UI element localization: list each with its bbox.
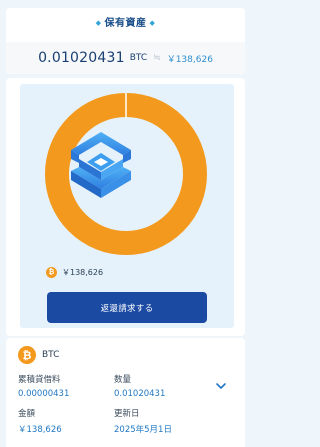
chart-panel: ₿ ￥138,626 返還請求する xyxy=(20,84,234,328)
total-jpy-value: ￥138,626 xyxy=(166,54,213,65)
title-deco-left: ◆ xyxy=(95,19,102,27)
asset-detail-card[interactable]: ₿ BTC 累積貸借料 0.00000431 数量 0.01020431 金額 … xyxy=(6,338,245,447)
btc-coin-icon: ₿ xyxy=(18,346,36,364)
cumulative-fee-value: 0.00000431 xyxy=(18,389,70,399)
return-request-button[interactable]: 返還請求する xyxy=(47,292,207,323)
amount-field: 金額 ￥138,626 xyxy=(18,407,62,435)
total-unit: BTC xyxy=(129,53,148,63)
legend-value: ￥138,626 xyxy=(62,267,104,277)
title-deco-right: ◆ xyxy=(149,19,156,27)
holdings-summary-card: ◆ 保有資産 ◆ 0.01020431 BTC ≒ ￥138,626 xyxy=(6,8,245,74)
amount-value: ￥138,626 xyxy=(18,425,62,435)
asset-name: BTC xyxy=(42,350,60,360)
brand-logo-icon xyxy=(71,132,131,198)
total-amount: 0.01020431 xyxy=(38,50,125,66)
updated-field: 更新日 2025年5月1日 xyxy=(114,407,172,435)
updated-label: 更新日 xyxy=(114,409,140,419)
total-holdings: 0.01020431 BTC ≒ ￥138,626 xyxy=(6,42,245,74)
chevron-down-icon[interactable] xyxy=(215,380,227,392)
asset-header: ₿ BTC xyxy=(18,346,59,364)
quantity-value: 0.01020431 xyxy=(114,389,166,399)
section-title-text: 保有資産 xyxy=(104,18,147,29)
portfolio-card: ₿ ￥138,626 返還請求する xyxy=(6,78,245,336)
btc-coin-icon: ₿ xyxy=(46,266,57,278)
section-title: ◆ 保有資産 ◆ xyxy=(6,14,245,29)
chart-legend: ₿ ￥138,626 xyxy=(46,266,103,278)
updated-value: 2025年5月1日 xyxy=(114,425,172,435)
cumulative-fee-field: 累積貸借料 0.00000431 xyxy=(18,373,69,399)
amount-label: 金額 xyxy=(18,409,36,419)
cumulative-fee-label: 累積貸借料 xyxy=(18,375,61,385)
quantity-label: 数量 xyxy=(114,375,132,385)
quantity-field: 数量 0.01020431 xyxy=(114,373,165,399)
approx-symbol: ≒ xyxy=(153,53,161,63)
holdings-page: ◆ 保有資産 ◆ 0.01020431 BTC ≒ ￥138,626 ₿ ￥13… xyxy=(0,0,251,447)
